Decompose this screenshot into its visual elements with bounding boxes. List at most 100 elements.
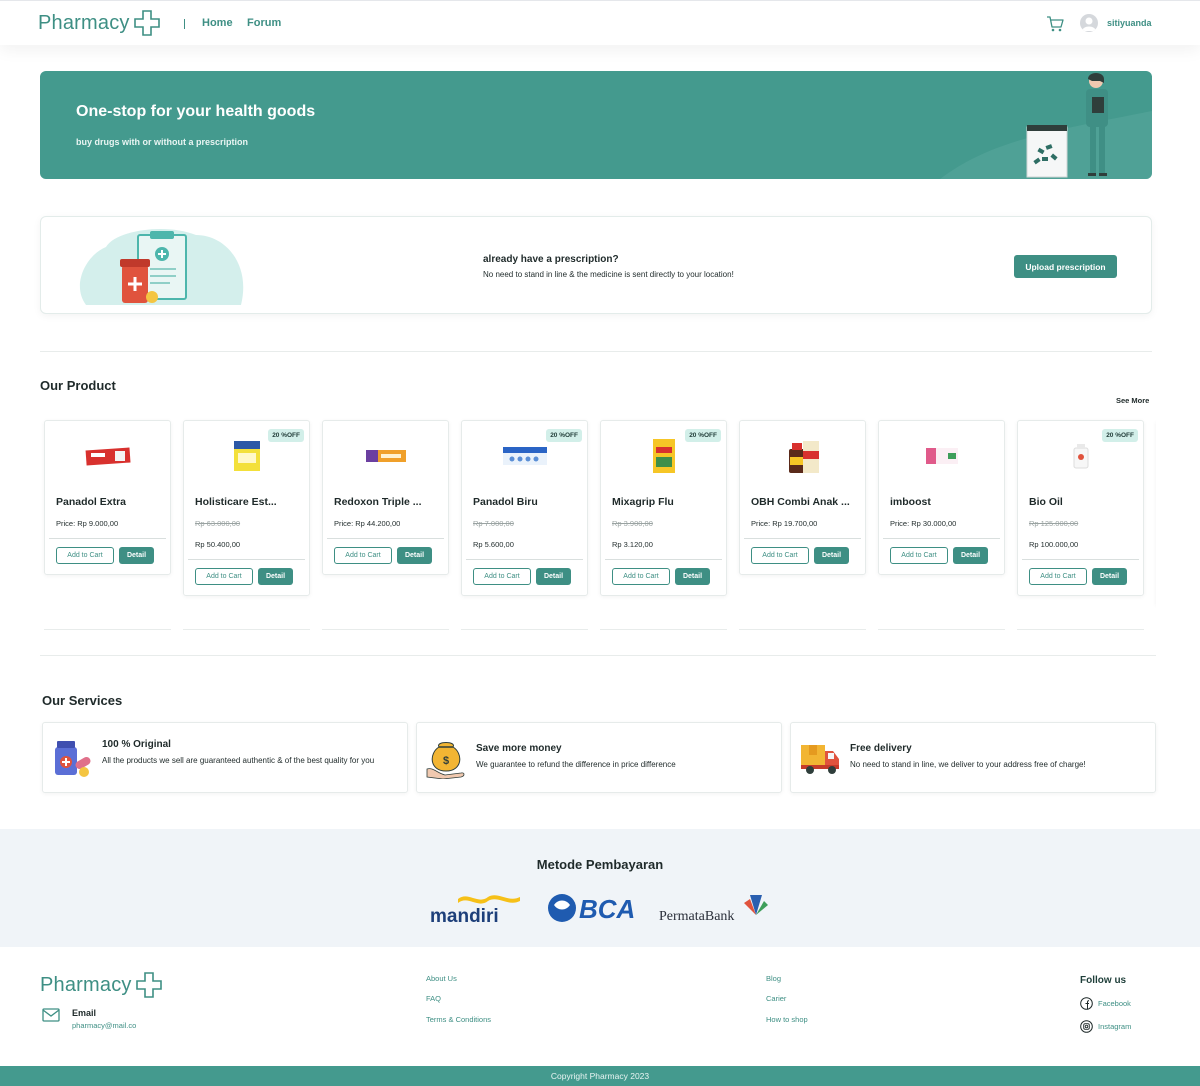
service-description: No need to stand in line, we deliver to … <box>850 760 1086 769</box>
product-card[interactable]: Redoxon Triple ... Price: Rp 44.200,00 A… <box>322 420 449 575</box>
detail-button[interactable]: Detail <box>397 547 432 564</box>
panadol-extra-box-icon <box>85 447 131 466</box>
discount-badge: 20 %OFF <box>546 429 582 442</box>
services-section-title: Our Services <box>42 693 123 708</box>
hero-banner: One-stop for your health goods buy drugs… <box>40 71 1152 179</box>
product-old-price: Rp 7.000,00 <box>473 519 514 528</box>
detail-button[interactable]: Detail <box>536 568 571 585</box>
payment-methods-section: Metode Pembayaran mandiri BCA PermataBan… <box>0 829 1200 947</box>
holisticare-box-icon <box>233 441 260 471</box>
product-slot: 20 %OFF Panadol Biru Rp 7.000,00 Rp 5.60… <box>461 420 588 630</box>
prescription-title: already have a prescription? <box>483 254 619 265</box>
product-price: Price: Rp 9.000,00 <box>56 519 119 528</box>
mixagrip-box-icon <box>652 439 675 473</box>
service-card-original: 100 % Original All the products we sell … <box>42 722 408 793</box>
add-to-cart-button[interactable]: Add to Cart <box>612 568 670 585</box>
svg-text:BCA: BCA <box>579 894 635 923</box>
nav-separator <box>184 19 185 29</box>
hero-subtitle: buy drugs with or without a prescription <box>76 137 249 147</box>
permatabank-logo: PermataBank <box>659 895 768 924</box>
add-to-cart-button[interactable]: Add to Cart <box>56 547 114 564</box>
imboost-box-icon <box>925 448 958 464</box>
product-image <box>45 421 170 491</box>
top-navbar: Pharmacy Home Forum sitiyuanda <box>0 0 1200 45</box>
prescription-illustration-icon <box>79 228 244 305</box>
add-to-cart-button[interactable]: Add to Cart <box>1029 568 1087 585</box>
product-card[interactable]: 20 %OFF Mixagrip Flu Rp 3.900,00 Rp 3.12… <box>600 420 727 596</box>
detail-button[interactable]: Detail <box>1092 568 1127 585</box>
product-image <box>740 421 865 491</box>
service-title: Save more money <box>476 743 562 754</box>
prescription-card: already have a prescription? No need to … <box>40 216 1152 314</box>
product-slot: 20 %OFF Mixagrip Flu Rp 3.900,00 Rp 3.12… <box>600 420 727 630</box>
user-avatar-icon[interactable] <box>1080 14 1098 32</box>
add-to-cart-button[interactable]: Add to Cart <box>890 547 948 564</box>
product-price: Price: Rp 30.000,00 <box>890 519 957 528</box>
discount-badge: 20 %OFF <box>1102 429 1138 442</box>
product-price: Price: Rp 44.200,00 <box>334 519 401 528</box>
panadol-blue-box-icon <box>502 447 547 465</box>
service-description: We guarantee to refund the difference in… <box>476 760 676 769</box>
payment-title: Metode Pembayaran <box>536 857 664 872</box>
footer-link-terms[interactable]: Terms & Conditions <box>426 1015 491 1024</box>
nav-forum-link[interactable]: Forum <box>247 17 281 29</box>
footer-link-career[interactable]: Carier <box>766 994 786 1003</box>
detail-button[interactable]: Detail <box>953 547 988 564</box>
product-slot: Panadol Extra Price: Rp 9.000,00 Add to … <box>44 420 171 630</box>
footer-link-about[interactable]: About Us <box>426 974 457 983</box>
footer-link-faq[interactable]: FAQ <box>426 994 441 1003</box>
product-slot: OBH Combi Anak ... Price: Rp 19.700,00 A… <box>739 420 866 630</box>
cart-icon[interactable] <box>1046 15 1064 33</box>
product-card[interactable]: Panadol Extra Price: Rp 9.000,00 Add to … <box>44 420 171 575</box>
discount-badge: 20 %OFF <box>268 429 304 442</box>
product-slot: 20 %OFF Holisticare Est... Rp 63.000,00 … <box>183 420 310 630</box>
products-section-title: Our Product <box>40 378 116 393</box>
product-name: imboost <box>890 496 931 508</box>
footer-link-how-to-shop[interactable]: How to shop <box>766 1015 808 1024</box>
detail-button[interactable]: Detail <box>258 568 293 585</box>
service-title: Free delivery <box>850 743 912 754</box>
product-old-price: Rp 3.900,00 <box>612 519 653 528</box>
prescription-description: No need to stand in line & the medicine … <box>483 270 734 279</box>
money-bag-icon: $ <box>426 742 465 779</box>
delivery-truck-icon <box>801 745 839 774</box>
add-to-cart-button[interactable]: Add to Cart <box>195 568 253 585</box>
product-old-price: Rp 63.000,00 <box>195 519 241 528</box>
hero-decoration <box>940 111 1152 179</box>
footer-logo[interactable]: Pharmacy <box>40 972 162 998</box>
product-new-price: Rp 50.400,00 <box>195 540 241 549</box>
product-card[interactable]: imboost Price: Rp 30.000,00 Add to Cart … <box>878 420 1005 575</box>
product-carousel[interactable]: Panadol Extra Price: Rp 9.000,00 Add to … <box>40 418 1156 630</box>
product-new-price: Rp 5.600,00 <box>473 540 514 549</box>
product-name: Mixagrip Flu <box>612 496 674 508</box>
add-to-cart-button[interactable]: Add to Cart <box>334 547 392 564</box>
product-card[interactable]: 20 %OFF Panadol Biru Rp 7.000,00 Rp 5.60… <box>461 420 588 596</box>
footer-logo-text: Pharmacy <box>40 973 132 996</box>
email-address[interactable]: pharmacy@mail.co <box>72 1021 136 1030</box>
upload-prescription-button[interactable]: Upload prescription <box>1014 255 1117 278</box>
cross-logo-icon <box>133 10 160 36</box>
detail-button[interactable]: Detail <box>675 568 710 585</box>
detail-button[interactable]: Detail <box>814 547 849 564</box>
product-name: Holisticare Est... <box>195 496 277 508</box>
facebook-link[interactable]: Facebook <box>1080 997 1131 1010</box>
instagram-label: Instagram <box>1098 1022 1132 1031</box>
header-logo[interactable]: Pharmacy <box>38 10 160 36</box>
nav-home-link[interactable]: Home <box>202 17 233 29</box>
service-title: 100 % Original <box>102 739 171 750</box>
product-old-price: Rp 125.000,00 <box>1029 519 1079 528</box>
svg-text:PermataBank: PermataBank <box>659 909 734 924</box>
product-image <box>879 421 1004 491</box>
add-to-cart-button[interactable]: Add to Cart <box>751 547 809 564</box>
instagram-link[interactable]: Instagram <box>1080 1020 1131 1033</box>
footer-link-blog[interactable]: Blog <box>766 974 781 983</box>
product-card[interactable]: 20 %OFF Holisticare Est... Rp 63.000,00 … <box>183 420 310 596</box>
add-to-cart-button[interactable]: Add to Cart <box>473 568 531 585</box>
username-link[interactable]: sitiyuanda <box>1107 18 1152 28</box>
product-card[interactable]: OBH Combi Anak ... Price: Rp 19.700,00 A… <box>739 420 866 575</box>
see-more-link[interactable]: See More <box>1116 396 1149 405</box>
product-name: OBH Combi Anak ... <box>751 496 850 508</box>
product-card[interactable]: 20 %OFF Bio Oil Rp 125.000,00 Rp 100.000… <box>1017 420 1144 596</box>
hero-title: One-stop for your health goods <box>76 103 316 120</box>
detail-button[interactable]: Detail <box>119 547 154 564</box>
